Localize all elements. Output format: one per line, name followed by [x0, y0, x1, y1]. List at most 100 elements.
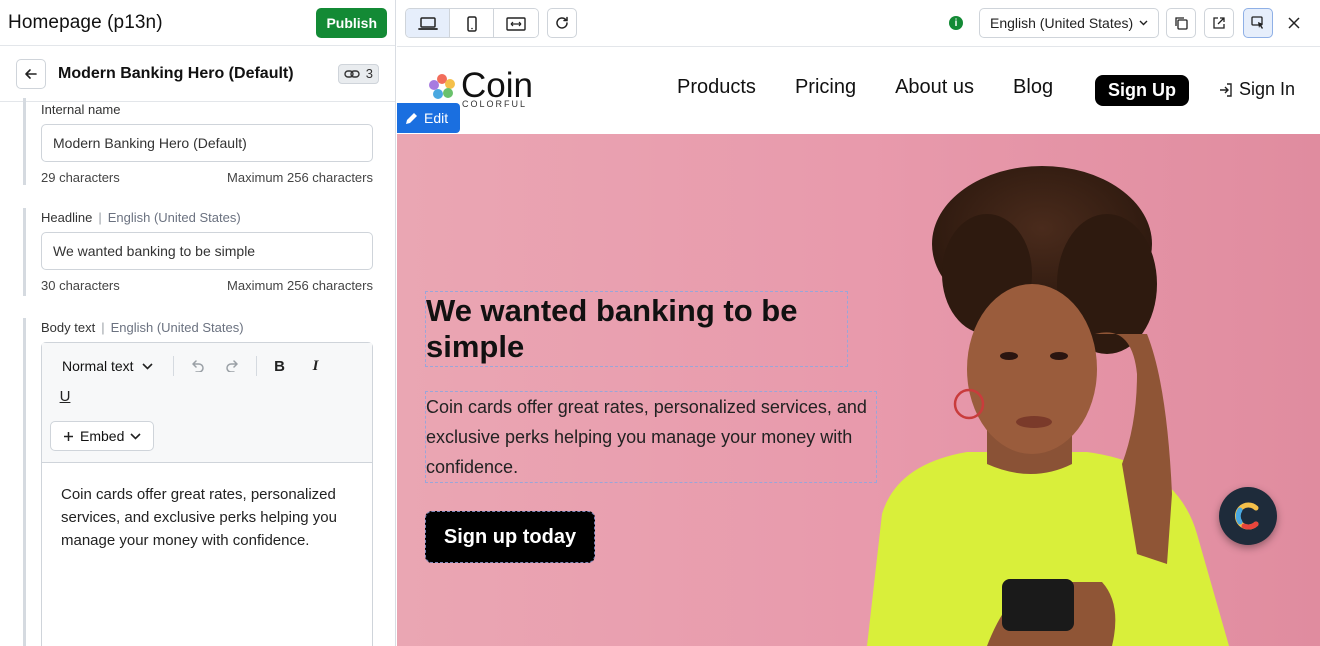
page-title: Homepage (p13n) — [8, 11, 163, 33]
plus-icon — [64, 431, 73, 441]
bold-button[interactable]: B — [265, 351, 295, 381]
reference-count: 3 — [365, 66, 373, 81]
app-root: Homepage (p13n) Publish Modern Banking H… — [0, 0, 1320, 646]
toolbar-divider — [255, 356, 257, 376]
embed-button[interactable]: Embed — [50, 421, 155, 451]
headline-label: Headline — [41, 209, 93, 225]
nav-signup-button[interactable]: Sign Up — [1095, 75, 1189, 106]
internal-name-field: Internal name Modern Banking Hero (Defau… — [23, 98, 373, 185]
sign-in-icon — [1220, 82, 1232, 97]
char-max: Maximum 256 characters — [227, 170, 373, 185]
rich-text-editor: Normal text B I U Embed Coin cards offer… — [41, 342, 373, 646]
copy-icon — [1175, 17, 1188, 30]
open-external-button[interactable] — [1204, 8, 1234, 38]
italic-button[interactable]: I — [301, 351, 331, 381]
chat-widget-button[interactable] — [1219, 487, 1277, 545]
redo-button[interactable] — [218, 351, 248, 381]
references-badge[interactable]: 3 — [337, 63, 379, 84]
logo-tagline: COLORFUL — [462, 99, 528, 109]
body-label: Body text — [41, 319, 96, 335]
nav-link-about[interactable]: About us — [895, 76, 974, 99]
rich-text-content[interactable]: Coin cards offer great rates, personaliz… — [42, 463, 372, 572]
headline-locale: English (United States) — [107, 209, 241, 225]
desktop-view-button[interactable] — [406, 9, 450, 37]
text-style-dropdown[interactable]: Normal text — [50, 358, 165, 374]
entry-header: Modern Banking Hero (Default) 3 — [0, 46, 395, 102]
toolbar-divider — [172, 356, 174, 376]
pencil-icon — [406, 112, 417, 124]
editor-topbar: Homepage (p13n) Publish — [0, 0, 395, 46]
website-preview: Coin COLORFUL Products Pricing About us … — [397, 47, 1320, 646]
nav-link-blog[interactable]: Blog — [1013, 76, 1053, 99]
internal-name-label: Internal name — [41, 101, 121, 117]
refresh-button[interactable] — [547, 8, 577, 38]
body-locale: English (United States) — [110, 319, 244, 335]
entry-title: Modern Banking Hero (Default) — [58, 64, 294, 82]
hero-cta-button[interactable]: Sign up today — [425, 511, 595, 563]
chevron-down-icon — [142, 362, 153, 370]
hero-section: We wanted banking to be simple Coin card… — [397, 134, 1320, 646]
redo-icon — [225, 360, 238, 372]
site-nav-links: Products Pricing About us Blog — [677, 76, 1053, 99]
entry-editor-panel: Homepage (p13n) Publish Modern Banking H… — [0, 0, 396, 646]
label-separator: | — [101, 319, 105, 335]
char-count: 29 characters — [41, 170, 120, 185]
info-icon[interactable]: i — [949, 16, 963, 30]
contentful-logo-icon — [1235, 502, 1259, 530]
headline-meta: 30 characters Maximum 256 characters — [41, 278, 373, 293]
cursor-select-icon — [1251, 16, 1263, 29]
site-logo[interactable]: Coin COLORFUL — [427, 66, 533, 109]
body-label-row: Body text | English (United States) — [41, 318, 373, 336]
embed-label: Embed — [80, 428, 125, 444]
link-icon — [344, 69, 360, 78]
live-preview-panel: i English (United States) Coin COLORFUL … — [397, 0, 1320, 646]
body-text-field: Body text | English (United States) Norm… — [23, 318, 373, 646]
preview-toolbar: i English (United States) — [397, 0, 1320, 47]
toolbar-row: Normal text B I — [50, 351, 364, 381]
hero-photo-woman — [867, 166, 1229, 646]
rich-text-toolbar: Normal text B I U Embed — [42, 343, 372, 463]
inspect-mode-button[interactable] — [1243, 8, 1273, 38]
signin-label: Sign In — [1239, 79, 1296, 99]
flower-logo-icon — [429, 74, 455, 99]
label-separator: | — [98, 209, 102, 225]
locale-select-value: English (United States) — [990, 15, 1134, 31]
external-link-icon — [1213, 17, 1225, 29]
hero-headline[interactable]: We wanted banking to be simple — [425, 291, 848, 367]
edit-entry-button[interactable]: Edit — [397, 103, 461, 133]
underline-button[interactable]: U — [54, 381, 76, 411]
headline-input[interactable]: We wanted banking to be simple — [41, 232, 373, 270]
hero-body-text[interactable]: Coin cards offer great rates, personaliz… — [425, 391, 877, 483]
headline-label-row: Headline | English (United States) — [41, 208, 373, 226]
resize-icon — [506, 17, 526, 31]
mobile-icon — [466, 16, 477, 32]
char-max: Maximum 256 characters — [227, 278, 373, 293]
close-button[interactable] — [1283, 12, 1305, 34]
internal-name-input[interactable]: Modern Banking Hero (Default) — [41, 124, 373, 162]
arrow-left-icon — [25, 68, 37, 79]
copy-button[interactable] — [1166, 8, 1196, 38]
nav-link-pricing[interactable]: Pricing — [795, 76, 856, 99]
logo-wordmark: Coin — [461, 66, 533, 105]
char-count: 30 characters — [41, 278, 120, 293]
responsive-view-button[interactable] — [494, 9, 538, 37]
chevron-down-icon — [1139, 20, 1148, 26]
headline-field: Headline | English (United States) We wa… — [23, 208, 373, 296]
edit-label: Edit — [424, 110, 449, 126]
locale-select[interactable]: English (United States) — [979, 8, 1160, 38]
back-button[interactable] — [16, 58, 46, 89]
site-navbar: Coin COLORFUL Products Pricing About us … — [397, 47, 1320, 134]
close-icon — [1288, 17, 1300, 29]
mobile-view-button[interactable] — [450, 9, 494, 37]
internal-name-meta: 29 characters Maximum 256 characters — [41, 170, 373, 185]
undo-icon — [191, 360, 204, 372]
laptop-icon — [417, 17, 438, 30]
device-switcher — [405, 8, 539, 38]
toolbar-row: U — [50, 381, 364, 411]
nav-signin-link[interactable]: Sign In — [1219, 79, 1295, 100]
text-style-label: Normal text — [62, 358, 134, 374]
nav-link-products[interactable]: Products — [677, 76, 756, 99]
chevron-down-icon — [130, 432, 141, 440]
undo-button[interactable] — [182, 351, 212, 381]
publish-button[interactable]: Publish — [316, 7, 387, 38]
